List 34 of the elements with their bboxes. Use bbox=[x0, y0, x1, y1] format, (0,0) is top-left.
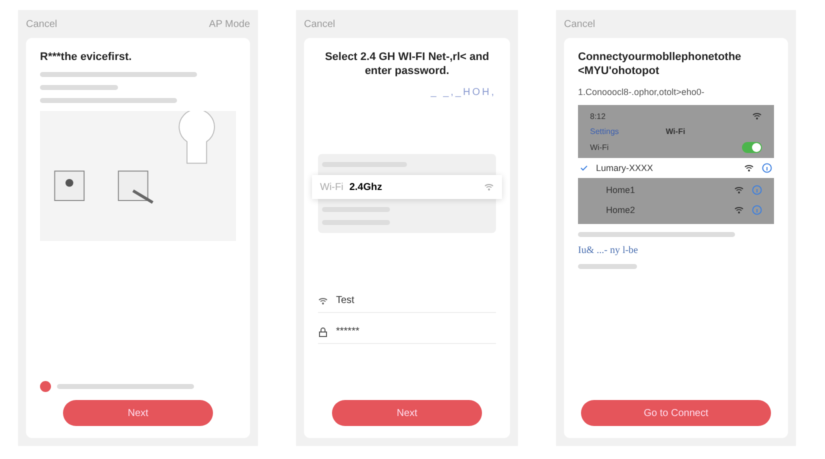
network-item[interactable]: Wi-Fi 2.4Ghz bbox=[312, 175, 502, 200]
screen-title: Select 2.4 GH WI-FI Net-,rl< and enter password. bbox=[324, 50, 490, 79]
check-icon bbox=[580, 164, 588, 171]
wifi-icon bbox=[752, 112, 762, 120]
step-text: 1.Conooocl8-.ophor,otolt>eho0- bbox=[578, 86, 706, 97]
password-field[interactable]: ****** bbox=[318, 320, 496, 344]
mode-link[interactable]: AP Mode bbox=[209, 18, 250, 30]
toggle-label: Wi-Fi bbox=[590, 142, 609, 152]
cancel-link[interactable]: Cancel bbox=[564, 18, 596, 30]
lock-icon bbox=[318, 326, 328, 337]
blurred-text bbox=[578, 264, 637, 269]
network-item[interactable]: Home1 bbox=[578, 180, 774, 200]
app-link[interactable]: Iu& ...- ny l-be bbox=[578, 244, 774, 256]
wifi-icon bbox=[484, 183, 494, 192]
clock-text: 8:12 bbox=[590, 112, 606, 121]
wifi-icon bbox=[734, 206, 744, 214]
next-button[interactable]: Next bbox=[63, 400, 213, 426]
screen-heading: Wi-Fi bbox=[666, 126, 686, 136]
next-button[interactable]: Next bbox=[332, 400, 482, 426]
wifi-icon bbox=[318, 296, 328, 305]
ssid-field[interactable]: Test bbox=[318, 290, 496, 313]
wifi-toggle[interactable] bbox=[742, 142, 762, 153]
wifi-icon bbox=[744, 164, 754, 172]
cancel-link[interactable]: Cancel bbox=[304, 18, 336, 30]
network-item[interactable]: Home2 bbox=[578, 200, 774, 220]
info-icon[interactable] bbox=[762, 162, 772, 173]
hint-text: _ _,_HOH, bbox=[430, 86, 496, 98]
connect-button[interactable]: Go to Connect bbox=[581, 400, 771, 426]
back-link[interactable]: Settings bbox=[590, 126, 619, 136]
cancel-link[interactable]: Cancel bbox=[26, 18, 58, 30]
wifi-icon bbox=[734, 186, 744, 194]
confirm-checkbox[interactable] bbox=[40, 381, 51, 392]
screen-title: Connectyourmobllephonetothe <MYU'ohotopot bbox=[578, 50, 742, 79]
screen-title: R***the evicefirst. bbox=[40, 50, 133, 64]
